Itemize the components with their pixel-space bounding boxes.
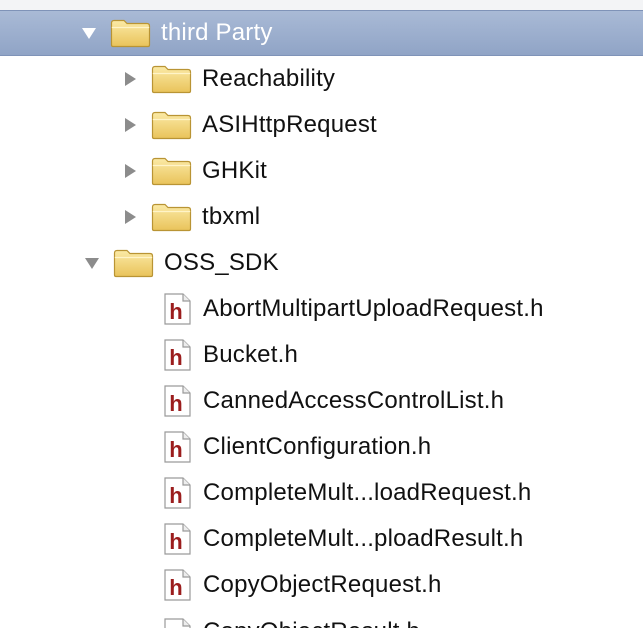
- project-navigator-tree: third Party Reachability ASIHttpRequest …: [0, 10, 643, 628]
- file-row[interactable]: Bucket.h: [0, 332, 643, 378]
- header-file-icon: [163, 569, 191, 601]
- file-label: CopyObjectResult.h: [203, 618, 420, 628]
- folder-icon: [151, 202, 192, 232]
- file-row[interactable]: CompleteMult...ploadResult.h: [0, 516, 643, 562]
- folder-icon: [151, 156, 192, 186]
- group-row-asihttprequest[interactable]: ASIHttpRequest: [0, 102, 643, 148]
- file-row[interactable]: ClientConfiguration.h: [0, 424, 643, 470]
- file-row[interactable]: CannedAccessControlList.h: [0, 378, 643, 424]
- file-label: ClientConfiguration.h: [203, 433, 432, 460]
- header-file-icon: [163, 293, 191, 325]
- group-row-third-party[interactable]: third Party: [0, 10, 643, 56]
- file-label: CopyObjectRequest.h: [203, 571, 442, 598]
- group-row-oss-sdk[interactable]: OSS_SDK: [0, 240, 643, 286]
- group-label: ASIHttpRequest: [202, 111, 377, 138]
- disclosure-triangle-right-icon[interactable]: [121, 116, 139, 134]
- file-row[interactable]: AbortMultipartUploadRequest.h: [0, 286, 643, 332]
- header-file-icon: [163, 431, 191, 463]
- group-label: tbxml: [202, 203, 261, 230]
- header-file-icon: [163, 385, 191, 417]
- disclosure-triangle-down-icon[interactable]: [83, 254, 101, 272]
- file-row[interactable]: CopyObjectResult.h: [0, 608, 643, 628]
- group-row-reachability[interactable]: Reachability: [0, 56, 643, 102]
- disclosure-triangle-down-icon[interactable]: [80, 24, 98, 42]
- file-label: Bucket.h: [203, 341, 298, 368]
- group-row-ghkit[interactable]: GHKit: [0, 148, 643, 194]
- file-label: CannedAccessControlList.h: [203, 387, 505, 414]
- group-label: third Party: [161, 19, 273, 46]
- file-label: AbortMultipartUploadRequest.h: [203, 295, 544, 322]
- header-file-icon: [163, 618, 191, 628]
- group-label: Reachability: [202, 65, 336, 92]
- header-file-icon: [163, 477, 191, 509]
- header-file-icon: [163, 339, 191, 371]
- file-label: CompleteMult...loadRequest.h: [203, 479, 532, 506]
- folder-icon: [113, 248, 154, 278]
- folder-icon: [151, 110, 192, 140]
- disclosure-triangle-right-icon[interactable]: [121, 162, 139, 180]
- disclosure-triangle-right-icon[interactable]: [121, 70, 139, 88]
- group-label: OSS_SDK: [164, 249, 279, 276]
- folder-icon: [110, 18, 151, 48]
- header-file-icon: [163, 523, 191, 555]
- group-label: GHKit: [202, 157, 268, 184]
- group-row-tbxml[interactable]: tbxml: [0, 194, 643, 240]
- file-label: CompleteMult...ploadResult.h: [203, 525, 524, 552]
- folder-icon: [151, 64, 192, 94]
- disclosure-triangle-right-icon[interactable]: [121, 208, 139, 226]
- file-row[interactable]: CompleteMult...loadRequest.h: [0, 470, 643, 516]
- file-row[interactable]: CopyObjectRequest.h: [0, 562, 643, 608]
- top-gap: [0, 0, 643, 10]
